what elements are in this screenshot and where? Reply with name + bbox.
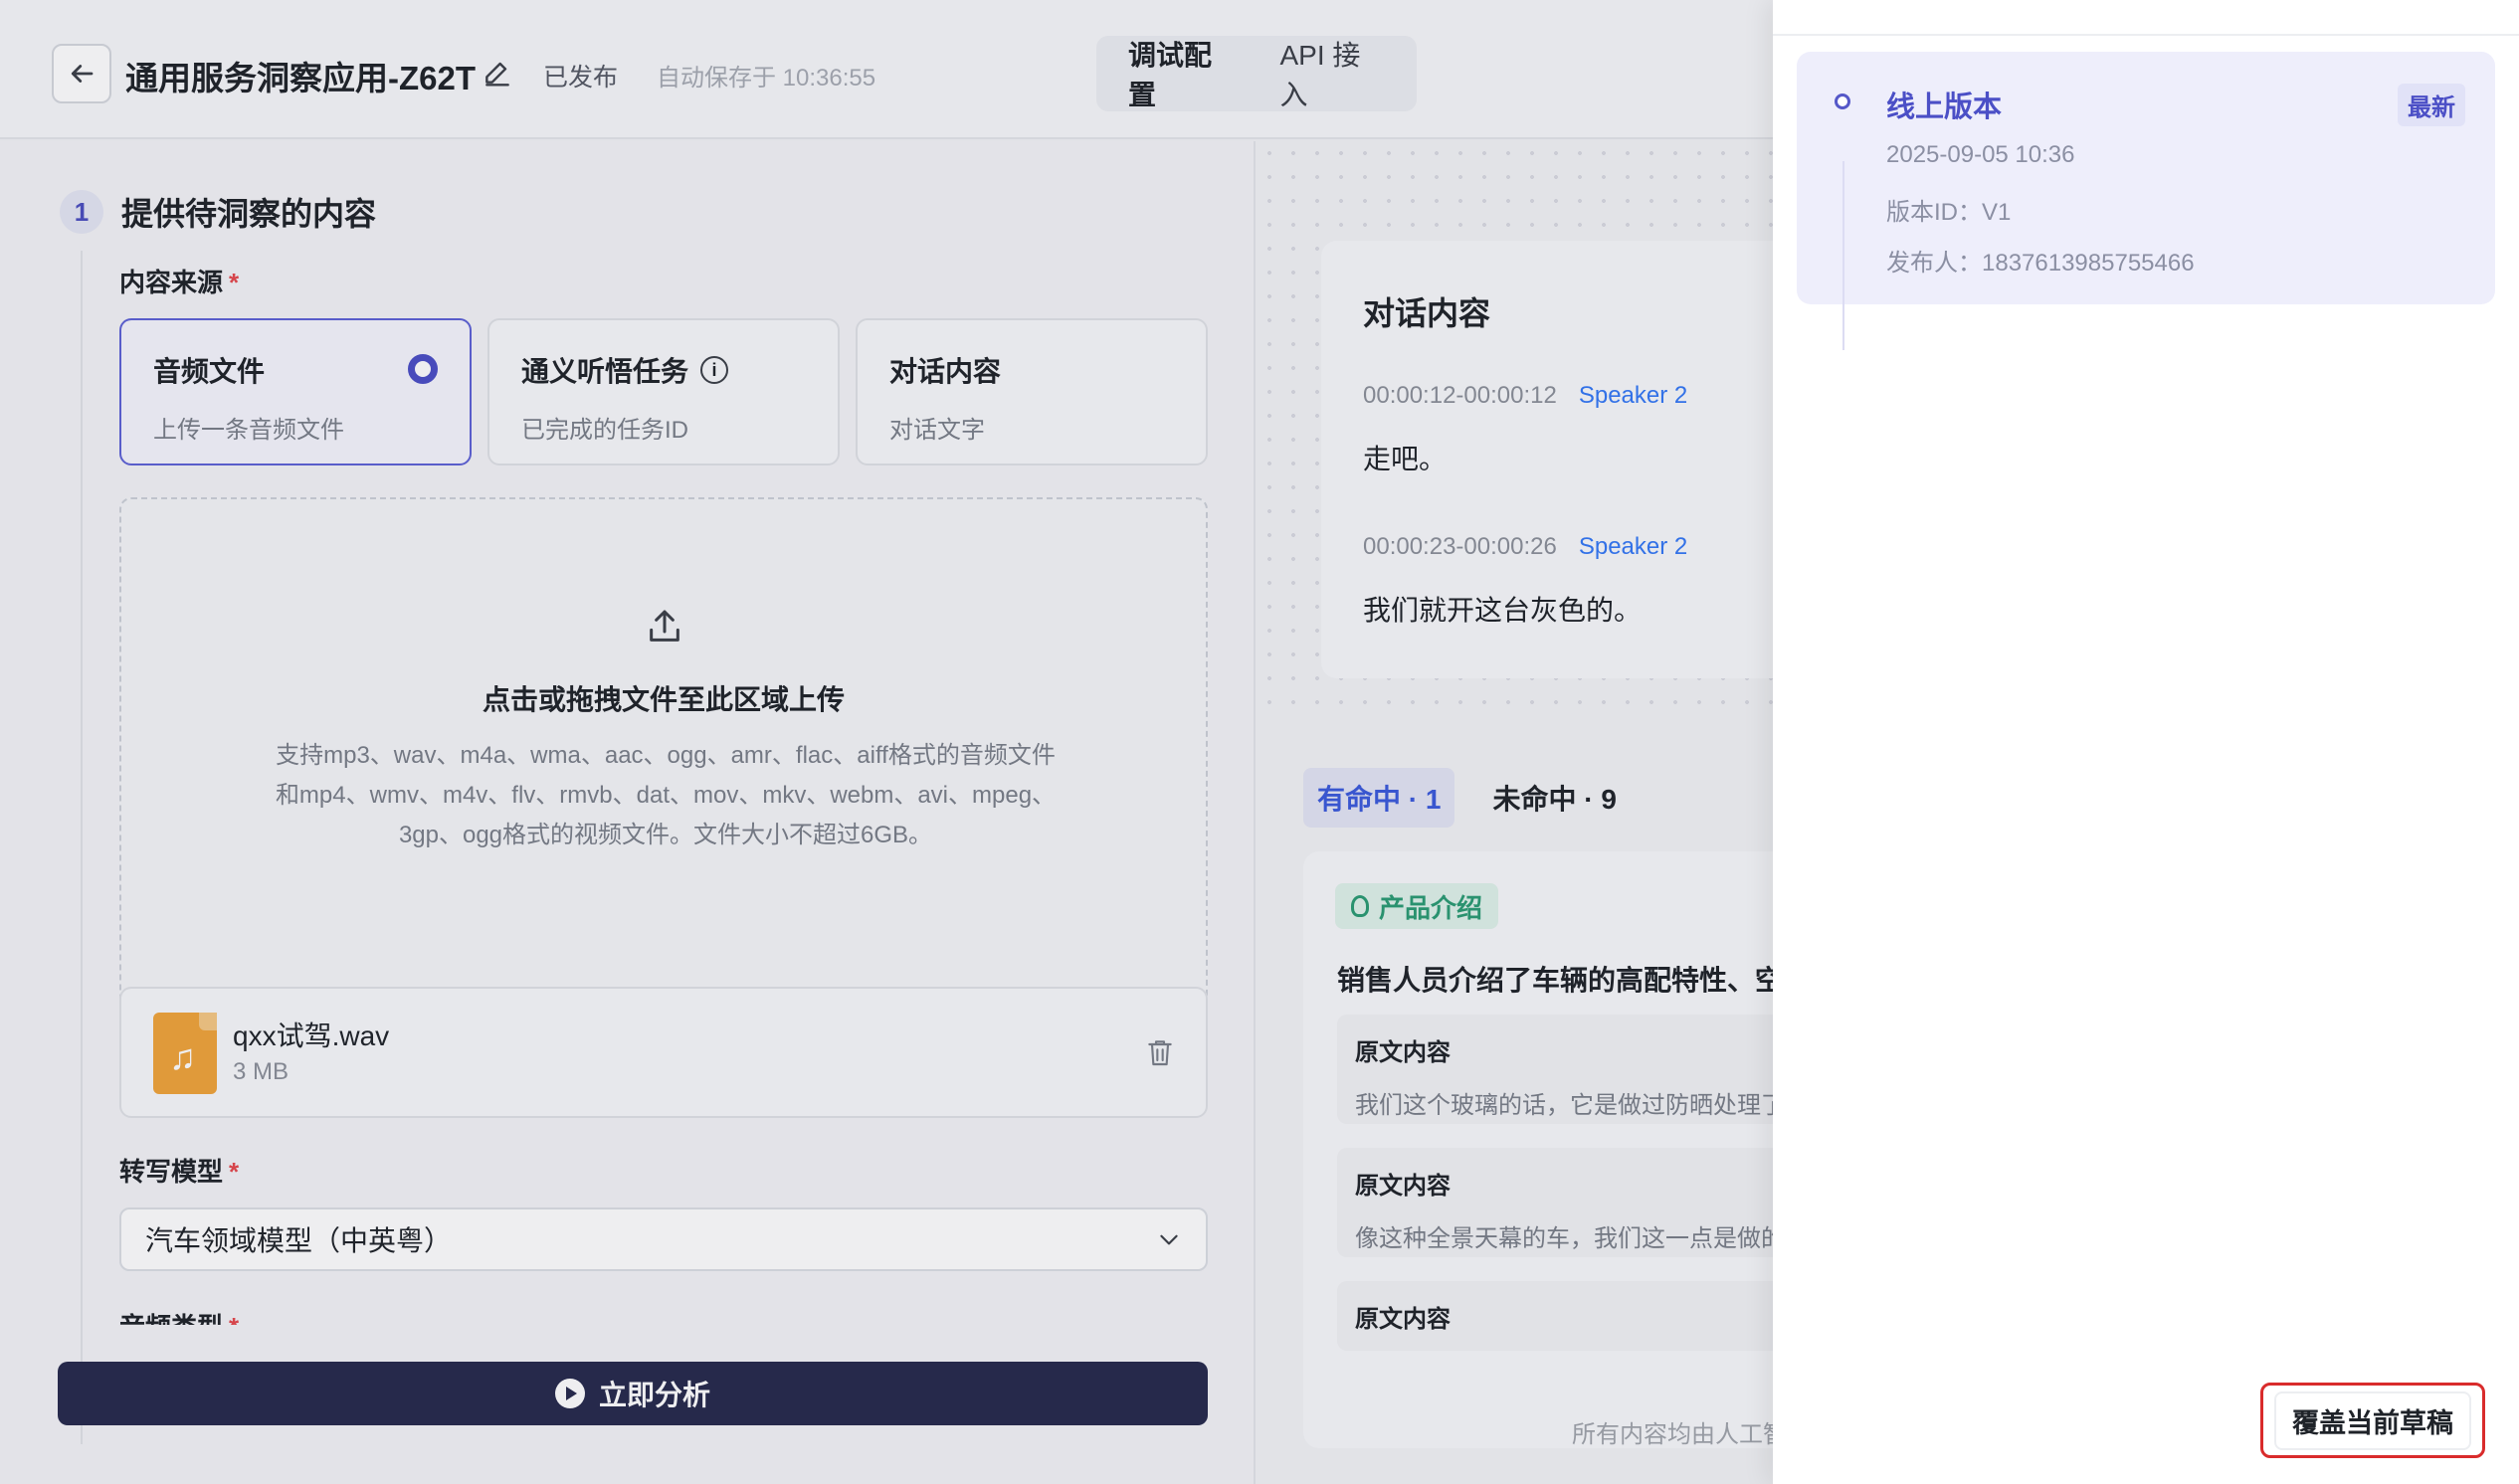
app-workspace: 通用服务洞察应用-Z62T 已发布 自动保存于 10:36:55 调试配置 AP… (0, 0, 1773, 1484)
selected-model: 汽车领域模型（中英粤） (145, 1225, 453, 1256)
original-body: 像这种全景天幕的车，我们这一点是做的 (1355, 1225, 1773, 1252)
upload-title: 点击或拖拽文件至此区域上传 (482, 684, 845, 715)
back-button[interactable] (52, 44, 111, 103)
segment-time: 00:00:23-00:00:26 (1363, 533, 1557, 560)
version-history-drawer: 线上版本 最新 2025-09-05 10:36 版本ID：V1 发布人：183… (1773, 0, 2519, 1484)
delete-file-button[interactable] (1144, 1036, 1176, 1073)
audio-type-label-text: 音频类型 (119, 1312, 223, 1325)
autosave-time: 自动保存于 10:36:55 (657, 65, 876, 92)
segment-speaker[interactable]: Speaker 2 (1579, 533, 1687, 560)
lightbulb-icon (1351, 895, 1369, 917)
step-number: 1 (60, 190, 103, 234)
audio-file-icon: ♫ (153, 1013, 217, 1094)
hit-filter-tabs: 有命中 · 1 未命中 · 9 (1303, 768, 1631, 828)
file-size: 3 MB (233, 1058, 290, 1085)
insight-result-card: 产品介绍 销售人员介绍了车辆的高配特性、空 原文内容 我们这个玻璃的话，它是做过… (1303, 851, 1773, 1448)
source-option-audio[interactable]: 音频文件 上传一条音频文件 (119, 318, 472, 465)
source-option-desc: 已完成的任务ID (521, 417, 688, 444)
insight-summary: 销售人员介绍了车辆的高配特性、空 (1337, 965, 1773, 996)
chevron-down-icon (1160, 1234, 1178, 1245)
timeline-rail (1842, 161, 1844, 350)
segment-meta: 00:00:12-00:00:12 Speaker 2 (1363, 382, 1687, 410)
arrow-left-icon (71, 65, 94, 83)
segment-text: 走吧。 (1363, 444, 1448, 474)
tab-debug-config[interactable]: 调试配置 (1106, 24, 1259, 123)
insight-tag-label: 产品介绍 (1379, 892, 1483, 923)
latest-badge: 最新 (2398, 84, 2465, 126)
original-text-block[interactable]: 原文内容 我们这个玻璃的话，它是做过防晒处理了 (1337, 1015, 1773, 1124)
source-option-title: 音频文件 (153, 356, 266, 387)
dialog-content-card: 对话内容 00:00:12-00:00:12 Speaker 2 走吧。 00:0… (1321, 241, 1773, 678)
source-option-title: 对话内容 (889, 356, 1002, 387)
segment-text: 我们就开这台灰色的。 (1363, 595, 1643, 626)
tab-api-access[interactable]: API 接入 (1259, 24, 1408, 123)
content-source-label: 内容来源 * (119, 263, 239, 299)
step-title: 提供待洞察的内容 (121, 196, 377, 232)
source-option-title: 通义听悟任务 (521, 356, 689, 387)
top-bar: 通用服务洞察应用-Z62T 已发布 自动保存于 10:36:55 调试配置 AP… (0, 0, 1773, 139)
insight-tag: 产品介绍 (1335, 883, 1499, 929)
segment-time: 00:00:12-00:00:12 (1363, 382, 1557, 409)
version-name: 线上版本 (1886, 92, 2003, 123)
timeline-dot (1835, 93, 1850, 109)
source-option-title-row: 通义听悟任务 i (521, 350, 806, 390)
analyze-button[interactable]: 立即分析 (58, 1362, 1208, 1425)
uploaded-file: ♫ qxx试驾.wav 3 MB (119, 987, 1208, 1118)
pencil-icon (485, 62, 509, 87)
original-text-block[interactable]: 原文内容 (1337, 1281, 1773, 1351)
edit-title-icon[interactable] (482, 56, 513, 93)
version-item-online[interactable]: 线上版本 最新 2025-09-05 10:36 版本ID：V1 发布人：183… (1797, 52, 2495, 350)
original-body: 我们这个玻璃的话，它是做过防晒处理了 (1355, 1092, 1773, 1119)
tab-hit[interactable]: 有命中 · 1 (1303, 768, 1455, 828)
trash-icon (1148, 1040, 1172, 1066)
required-mark: * (229, 1157, 240, 1187)
preview-panel: 对话内容 00:00:12-00:00:12 Speaker 2 走吧。 00:0… (1258, 141, 1773, 1484)
page-title: 通用服务洞察应用-Z62T (125, 60, 477, 96)
required-mark: * (229, 268, 240, 297)
transcription-model-label-text: 转写模型 (119, 1157, 224, 1187)
source-option-desc: 对话文字 (889, 417, 985, 444)
required-mark: * (229, 1312, 239, 1325)
analyze-button-label: 立即分析 (598, 1380, 710, 1410)
overwrite-draft-label: 覆盖当前草稿 (2274, 1391, 2471, 1450)
transcription-model-label: 转写模型 * (119, 1152, 239, 1189)
play-icon (554, 1379, 585, 1408)
ai-disclaimer: 所有内容均由人工智 (1572, 1421, 1773, 1448)
file-name: qxx试驾.wav (233, 1020, 390, 1051)
upload-icon (645, 607, 684, 651)
config-panel: 1 提供待洞察的内容 内容来源 * 音频文件 上传一条音频文件 通义听悟任务 i … (0, 141, 1256, 1484)
status-badge: 已发布 (543, 64, 619, 92)
mode-tabs: 调试配置 API 接入 (1096, 36, 1417, 111)
radio-selected-icon[interactable] (408, 354, 438, 384)
version-publisher: 发布人：1837613985755466 (1886, 250, 2195, 277)
original-heading: 原文内容 (1355, 1306, 1451, 1333)
original-text-block[interactable]: 原文内容 像这种全景天幕的车，我们这一点是做的 (1337, 1148, 1773, 1257)
transcription-model-select[interactable]: 汽车领域模型（中英粤） (119, 1207, 1208, 1271)
original-heading: 原文内容 (1355, 1039, 1451, 1066)
source-option-desc: 上传一条音频文件 (153, 417, 344, 444)
audio-type-label: 音频类型 * (119, 1307, 239, 1325)
segment-speaker[interactable]: Speaker 2 (1579, 382, 1687, 409)
dialog-title: 对话内容 (1363, 295, 1491, 331)
step-connector (81, 251, 83, 1444)
version-datetime: 2025-09-05 10:36 (1886, 141, 2075, 168)
original-heading: 原文内容 (1355, 1173, 1451, 1200)
version-id: 版本ID：V1 (1886, 199, 2012, 226)
drawer-header-divider (1773, 34, 2519, 36)
upload-description: 支持mp3、wav、m4a、wma、aac、ogg、amr、flac、aiff格… (275, 742, 1057, 848)
overwrite-draft-button[interactable]: 覆盖当前草稿 (2260, 1383, 2485, 1458)
step-header: 1 提供待洞察的内容 (60, 189, 376, 235)
tab-miss[interactable]: 未命中 · 9 (1478, 768, 1630, 828)
segment-meta: 00:00:23-00:00:26 Speaker 2 (1363, 533, 1687, 561)
source-option-tingwu-task[interactable]: 通义听悟任务 i 已完成的任务ID (487, 318, 840, 465)
content-source-label-text: 内容来源 (119, 268, 224, 297)
info-icon[interactable]: i (700, 356, 729, 384)
source-option-dialog[interactable]: 对话内容 对话文字 (856, 318, 1208, 465)
